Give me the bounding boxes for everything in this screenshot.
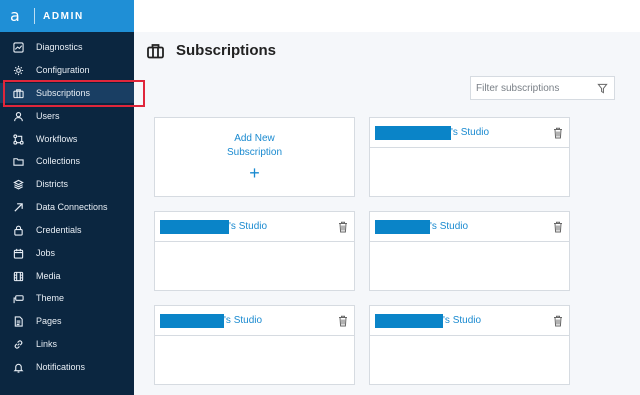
sidebar-item-label: Diagnostics: [36, 42, 83, 52]
sidebar-item-links[interactable]: Links: [0, 334, 134, 354]
sidebar-item-label: Theme: [36, 293, 65, 303]
sidebar-item-label: Credentials: [36, 225, 82, 235]
subscription-name[interactable]: 's Studio: [451, 127, 489, 138]
filter-icon[interactable]: [597, 83, 608, 94]
page-header: Subscriptions: [147, 42, 276, 59]
add-subscription-label-line2: Subscription: [226, 147, 283, 158]
subscription-card-header: 's Studio: [370, 212, 569, 242]
sidebar-item-label: Subscriptions: [36, 88, 91, 98]
redacted-name: [375, 313, 443, 328]
gear-icon: [12, 64, 25, 77]
subscription-name[interactable]: 's Studio: [430, 221, 468, 232]
sidebar-item-label: Districts: [36, 179, 68, 189]
sidebar-item-label: Notifications: [36, 362, 86, 372]
sidebar-item-configuration[interactable]: Configuration: [0, 60, 134, 80]
app-logo: a: [10, 6, 20, 25]
sidebar-item-label: Links: [36, 339, 58, 349]
sidebar-item-credentials[interactable]: Credentials: [0, 220, 134, 240]
sidebar-item-jobs[interactable]: Jobs: [0, 243, 134, 263]
page-title: Subscriptions: [176, 42, 277, 59]
workflow-icon: [12, 133, 25, 146]
sidebar-item-collections[interactable]: Collections: [0, 151, 134, 171]
sidebar-item-workflows[interactable]: Workflows: [0, 129, 134, 149]
link-icon: [12, 338, 25, 351]
sidebar-item-theme[interactable]: Theme: [0, 288, 134, 308]
redacted-name: [160, 219, 229, 234]
sidebar-item-notifications[interactable]: Notifications: [0, 357, 134, 377]
trash-icon[interactable]: [553, 220, 563, 233]
add-subscription-label-line1: Add New: [234, 133, 275, 144]
trash-icon[interactable]: [553, 314, 563, 327]
filter-box: [470, 76, 615, 100]
sidebar-item-users[interactable]: Users: [0, 106, 134, 126]
subscription-card[interactable]: 's Studio: [154, 211, 355, 291]
folder-icon: [12, 155, 25, 168]
subscription-card[interactable]: 's Studio: [154, 305, 355, 385]
sidebar-item-label: Pages: [36, 316, 62, 326]
add-subscription-card[interactable]: Add New Subscription +: [154, 117, 355, 197]
layers-icon: [12, 178, 25, 191]
sidebar-item-label: Data Connections: [36, 202, 108, 212]
subscription-name[interactable]: 's Studio: [224, 315, 262, 326]
subscription-name[interactable]: 's Studio: [229, 221, 267, 232]
sidebar: a ADMIN Diagnostics Configuration Subscr…: [0, 0, 134, 395]
chart-icon: [12, 41, 25, 54]
sidebar-item-label: Collections: [36, 156, 81, 166]
briefcase-icon: [12, 87, 25, 100]
sidebar-item-label: Users: [36, 111, 60, 121]
subscription-card-header: 's Studio: [155, 212, 354, 242]
top-bar: [134, 0, 640, 32]
redacted-name: [375, 125, 451, 140]
sidebar-item-label: Jobs: [36, 248, 56, 258]
trash-icon[interactable]: [338, 220, 348, 233]
redacted-name: [375, 219, 430, 234]
subscription-card-header: 's Studio: [370, 118, 569, 148]
sidebar-item-diagnostics[interactable]: Diagnostics: [0, 37, 134, 57]
brand-bar[interactable]: a ADMIN: [0, 0, 134, 32]
subscription-card-header: 's Studio: [155, 306, 354, 336]
calendar-icon: [12, 247, 25, 260]
trash-icon[interactable]: [338, 314, 348, 327]
sidebar-item-pages[interactable]: Pages: [0, 311, 134, 331]
subscription-card-header: 's Studio: [370, 306, 569, 336]
subscription-card[interactable]: 's Studio: [369, 211, 570, 291]
bell-icon: [12, 361, 25, 374]
filter-input[interactable]: [476, 82, 591, 94]
paint-roller-icon: [12, 292, 25, 305]
arrow-up-right-icon: [12, 201, 25, 214]
brand-divider: [34, 8, 35, 24]
sidebar-item-label: Configuration: [36, 65, 90, 75]
film-icon: [12, 270, 25, 283]
sidebar-item-label: Media: [36, 271, 61, 281]
redacted-name: [160, 313, 224, 328]
trash-icon[interactable]: [553, 126, 563, 139]
briefcase-icon: [147, 43, 164, 58]
lock-icon: [12, 224, 25, 237]
sidebar-item-media[interactable]: Media: [0, 266, 134, 286]
sidebar-item-districts[interactable]: Districts: [0, 174, 134, 194]
document-icon: [12, 315, 25, 328]
plus-icon: +: [249, 163, 260, 183]
subscription-card[interactable]: 's Studio: [369, 305, 570, 385]
subscription-card[interactable]: 's Studio: [369, 117, 570, 197]
sidebar-item-subscriptions[interactable]: Subscriptions: [0, 83, 134, 103]
brand-title: ADMIN: [43, 10, 84, 22]
sidebar-item-label: Workflows: [36, 134, 78, 144]
sidebar-item-data-connections[interactable]: Data Connections: [0, 197, 134, 217]
subscription-name[interactable]: 's Studio: [443, 315, 481, 326]
user-icon: [12, 110, 25, 123]
